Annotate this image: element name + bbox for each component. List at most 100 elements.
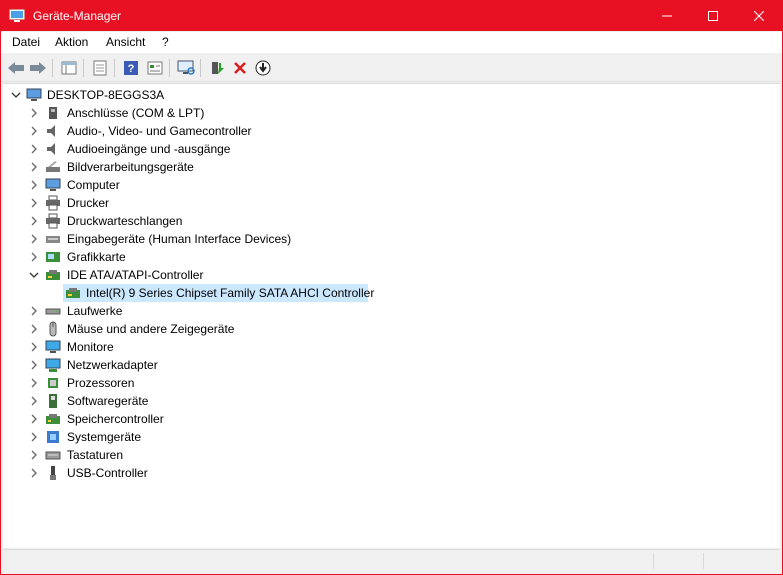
- tree-category[interactable]: Bildverarbeitungsgeräte: [3, 158, 403, 176]
- speaker-icon: [47, 143, 55, 155]
- tree-device[interactable]: Intel(R) 9 Series Chipset Family SATA AH…: [63, 284, 374, 302]
- download-disable-icon: [255, 60, 271, 76]
- mouse-icon: [49, 321, 57, 337]
- chevron-right-icon[interactable]: [29, 234, 39, 244]
- ide-controller-icon: [46, 270, 60, 280]
- chevron-down-icon[interactable]: [29, 270, 39, 280]
- tree-category[interactable]: Systemgeräte: [3, 428, 403, 446]
- view-button[interactable]: [145, 58, 165, 78]
- close-icon: [754, 11, 764, 21]
- category-label: Systemgeräte: [67, 430, 142, 444]
- show-hide-tree-button[interactable]: [59, 58, 79, 78]
- disable-device-button[interactable]: [253, 58, 273, 78]
- menu-ansicht[interactable]: Ansicht: [106, 35, 145, 49]
- tree-category[interactable]: Drucker: [3, 194, 403, 212]
- tree-category[interactable]: Laufwerke: [3, 302, 403, 320]
- category-label: Audio-, Video- und Gamecontroller: [67, 124, 252, 138]
- category-label: USB-Controller: [67, 466, 148, 480]
- chevron-right-icon[interactable]: [29, 108, 39, 118]
- device-label: Intel(R) 9 Series Chipset Family SATA AH…: [86, 286, 375, 300]
- uninstall-x-icon: [234, 62, 246, 74]
- tree-category[interactable]: Softwaregeräte: [3, 392, 403, 410]
- chevron-right-icon[interactable]: [29, 306, 39, 316]
- view-icon: [147, 61, 163, 75]
- chevron-right-icon[interactable]: [29, 324, 39, 334]
- chevron-right-icon[interactable]: [29, 468, 39, 478]
- title-bar[interactable]: Geräte-Manager: [1, 1, 782, 31]
- usb-icon: [50, 466, 56, 480]
- device-manager-app-icon: [9, 9, 25, 22]
- tree-category[interactable]: Speichercontroller: [3, 410, 403, 428]
- forward-arrow-icon: [30, 62, 46, 74]
- tree-category[interactable]: Mäuse und andere Zeigegeräte: [3, 320, 403, 338]
- tree-category[interactable]: Grafikkarte: [3, 248, 403, 266]
- hid-icon: [46, 236, 60, 243]
- maximize-button[interactable]: [690, 1, 736, 31]
- printer-icon: [46, 213, 60, 229]
- status-divider: [653, 553, 655, 569]
- update-driver-icon: [212, 62, 224, 74]
- port-icon: [49, 107, 57, 119]
- menu-datei[interactable]: Datei: [12, 35, 40, 49]
- chevron-down-icon[interactable]: [11, 90, 21, 100]
- chevron-right-icon[interactable]: [29, 450, 39, 460]
- tree-category[interactable]: Anschlüsse (COM & LPT): [3, 104, 403, 122]
- tree-category[interactable]: Eingabegeräte (Human Interface Devices): [3, 230, 403, 248]
- tree-category[interactable]: Monitore: [3, 338, 403, 356]
- tree-root[interactable]: DESKTOP-8EGGS3A: [3, 86, 303, 104]
- category-label: Computer: [67, 178, 120, 192]
- maximize-icon: [708, 11, 718, 21]
- chevron-right-icon[interactable]: [29, 342, 39, 352]
- device-tree[interactable]: DESKTOP-8EGGS3A Anschlüsse (COM & LPT) Au…: [3, 83, 780, 548]
- category-label: Speichercontroller: [67, 412, 164, 426]
- chevron-right-icon[interactable]: [29, 378, 39, 388]
- chevron-right-icon[interactable]: [29, 162, 39, 172]
- category-label: Eingabegeräte (Human Interface Devices): [67, 232, 292, 246]
- keyboard-icon: [45, 451, 61, 460]
- menu-bar: Datei Aktion Ansicht ?: [1, 32, 782, 53]
- tree-category[interactable]: Audioeingänge und -ausgänge: [3, 140, 403, 158]
- tree-category[interactable]: Prozessoren: [3, 374, 403, 392]
- chevron-right-icon[interactable]: [29, 198, 39, 208]
- window-title: Geräte-Manager: [33, 9, 122, 23]
- category-label: Mäuse und andere Zeigegeräte: [67, 322, 235, 336]
- category-label: IDE ATA/ATAPI-Controller: [67, 268, 204, 282]
- forward-button[interactable]: [28, 58, 48, 78]
- chevron-right-icon[interactable]: [29, 396, 39, 406]
- chevron-right-icon[interactable]: [29, 252, 39, 262]
- chevron-right-icon[interactable]: [29, 360, 39, 370]
- minimize-button[interactable]: [644, 1, 690, 31]
- processor-icon: [48, 378, 58, 388]
- tree-category[interactable]: Netzwerkadapter: [3, 356, 403, 374]
- tree-category[interactable]: Computer: [3, 176, 403, 194]
- tree-category[interactable]: Audio-, Video- und Gamecontroller: [3, 122, 403, 140]
- computer-root-icon: [26, 88, 42, 101]
- tree-category[interactable]: USB-Controller: [3, 464, 403, 482]
- category-label: Monitore: [67, 340, 114, 354]
- chevron-right-icon[interactable]: [29, 432, 39, 442]
- svg-text:?: ?: [128, 63, 135, 75]
- chevron-right-icon[interactable]: [29, 216, 39, 226]
- scan-hardware-button[interactable]: [176, 58, 196, 78]
- tree-category[interactable]: Druckwarteschlangen: [3, 212, 403, 230]
- back-button[interactable]: [6, 58, 26, 78]
- chevron-right-icon[interactable]: [29, 180, 39, 190]
- show-hide-tree-icon: [61, 61, 77, 75]
- storage-controller-icon: [46, 414, 60, 424]
- uninstall-button[interactable]: [230, 58, 250, 78]
- update-driver-button[interactable]: [207, 58, 227, 78]
- menu-aktion[interactable]: Aktion: [55, 35, 88, 49]
- status-bar: [3, 549, 780, 572]
- tree-category[interactable]: IDE ATA/ATAPI-Controller: [3, 266, 403, 284]
- chevron-right-icon[interactable]: [29, 126, 39, 136]
- scanner-icon: [46, 161, 60, 172]
- chevron-right-icon[interactable]: [29, 144, 39, 154]
- device-manager-window: Geräte-Manager Datei Aktion Ansicht ? ? …: [0, 0, 783, 575]
- chevron-right-icon[interactable]: [29, 414, 39, 424]
- close-button[interactable]: [736, 1, 782, 31]
- properties-button[interactable]: [90, 58, 110, 78]
- tree-category[interactable]: Tastaturen: [3, 446, 403, 464]
- help-button[interactable]: ?: [121, 58, 141, 78]
- category-label: Tastaturen: [67, 448, 124, 462]
- menu-help[interactable]: ?: [162, 35, 169, 49]
